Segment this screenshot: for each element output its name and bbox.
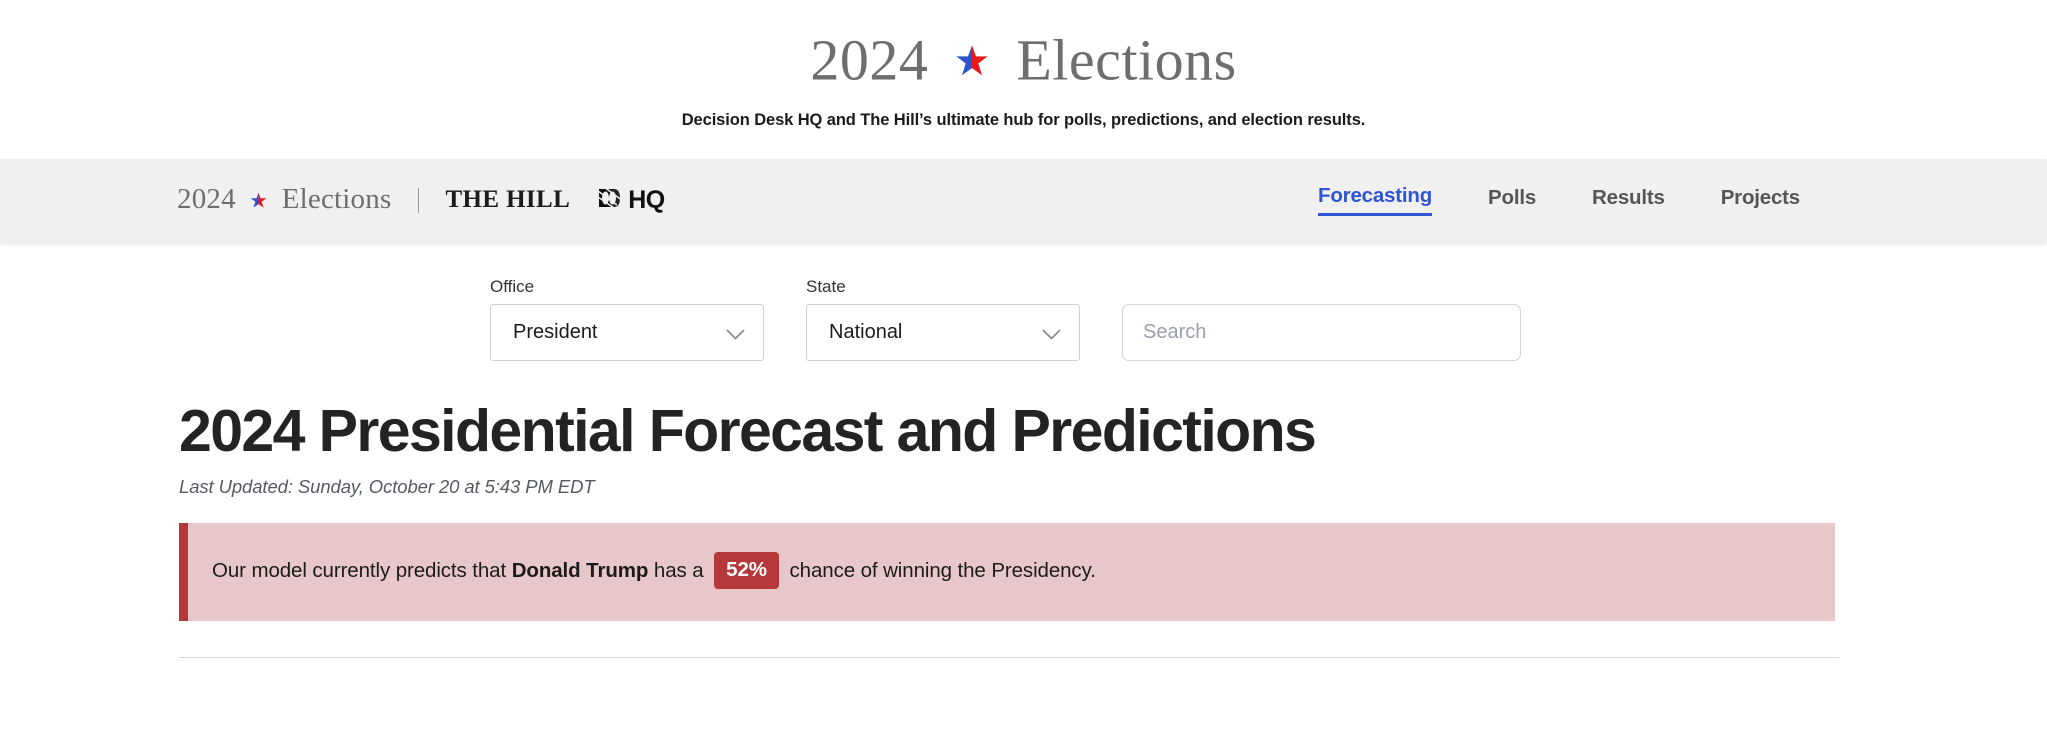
prediction-callout: Our model currently predicts that Donald… xyxy=(179,522,1835,621)
prediction-candidate: Donald Trump xyxy=(511,559,649,583)
nav-brand-link[interactable]: 2024 Elections xyxy=(177,183,391,218)
nav-links: Forecasting Polls Results Projects xyxy=(1318,184,1801,217)
prediction-middle: has a xyxy=(653,559,704,583)
office-label: Office xyxy=(490,276,535,296)
office-select[interactable]: President xyxy=(490,303,764,361)
nav-brand-group: 2024 Elections THE HILL HQ xyxy=(177,183,665,218)
the-hill-wordmark[interactable]: THE HILL xyxy=(445,186,570,214)
office-field: Office President xyxy=(490,277,764,361)
nav-separator xyxy=(418,187,420,213)
nav-link-forecasting[interactable]: Forecasting xyxy=(1318,184,1432,217)
search-input[interactable] xyxy=(1122,303,1521,361)
state-select[interactable]: National xyxy=(806,303,1080,361)
prediction-text: Our model currently predicts that Donald… xyxy=(188,551,1096,591)
office-select-value: President xyxy=(513,320,598,343)
ddhq-logo[interactable]: HQ xyxy=(597,186,665,215)
chevron-down-icon xyxy=(1042,327,1061,340)
ddhq-logo-text: HQ xyxy=(628,185,665,214)
site-subtitle: Decision Desk HQ and The Hill’s ultimate… xyxy=(681,110,1366,129)
site-title-word: Elections xyxy=(1016,27,1237,93)
nav-brand-word: Elections xyxy=(281,182,392,215)
nav-brand-year: 2024 xyxy=(177,182,236,215)
prediction-lead: Our model currently predicts that xyxy=(212,559,507,583)
state-field: State National xyxy=(806,277,1080,361)
site-title: 2024 Elections xyxy=(0,26,2047,90)
star-icon xyxy=(955,30,989,88)
filter-bar: Office President State National xyxy=(179,277,2047,361)
nav-link-projects[interactable]: Projects xyxy=(1721,186,1801,215)
ddhq-mark-icon xyxy=(597,186,627,215)
chevron-down-icon xyxy=(726,327,745,340)
main-navigation: 2024 Elections THE HILL HQ Forecasting P… xyxy=(0,158,2047,242)
masthead: 2024 Elections Decision Desk HQ and The … xyxy=(0,0,2047,130)
state-label: State xyxy=(806,276,846,296)
nav-link-results[interactable]: Results xyxy=(1592,186,1665,215)
search-field xyxy=(1122,303,1521,361)
last-updated-timestamp: Last Updated: Sunday, October 20 at 5:43… xyxy=(179,475,595,497)
star-icon xyxy=(250,184,267,217)
state-select-value: National xyxy=(829,320,903,343)
prediction-percent-badge: 52% xyxy=(714,551,779,590)
section-divider xyxy=(179,656,1839,658)
nav-link-polls[interactable]: Polls xyxy=(1488,186,1536,215)
page-content: Office President State National 2024 Pre… xyxy=(0,277,2047,658)
prediction-tail: chance of winning the Presidency. xyxy=(789,559,1096,583)
page-title: 2024 Presidential Forecast and Predictio… xyxy=(179,397,1317,464)
site-title-year: 2024 xyxy=(810,27,929,93)
